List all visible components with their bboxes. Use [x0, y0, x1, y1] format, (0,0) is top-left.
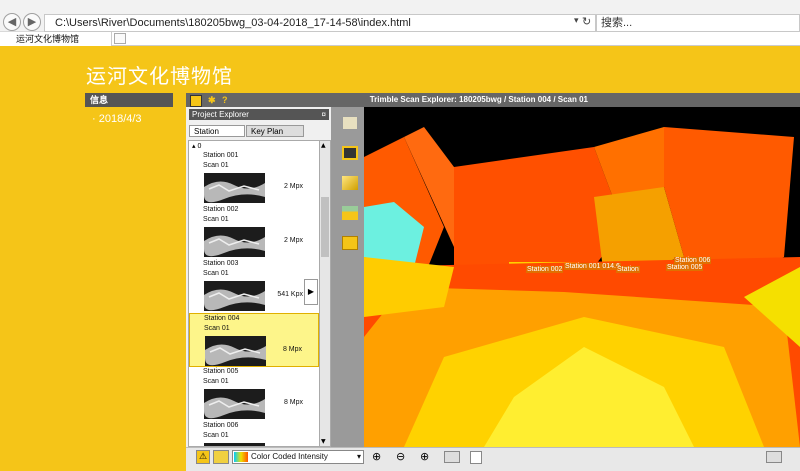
sidebar-item-label: 2018/4/3: [98, 113, 142, 125]
station-name: Station 005: [203, 368, 239, 375]
station-list: ▴ 0 Station 001 Scan 01 2 Mpx Station 002 Sc…: [188, 140, 320, 447]
station-item[interactable]: Station 004 Scan 01 8 Mpx: [189, 313, 319, 367]
zoom-out-icon[interactable]: ⊖: [396, 450, 405, 463]
browser-tab[interactable]: 运河文化博物馆: [0, 32, 112, 46]
station-item[interactable]: Station 001 Scan 01 2 Mpx: [189, 151, 319, 205]
note-tool-icon[interactable]: [342, 236, 358, 250]
scan-label-station[interactable]: Station: [616, 266, 640, 273]
scan-image: [364, 107, 800, 447]
dropdown-icon[interactable]: ▾: [574, 16, 579, 26]
scan-view[interactable]: Station 002 Station 001 014.6 Station St…: [364, 107, 800, 447]
scan-resolution: 541 Kpx: [277, 291, 303, 298]
scan-name: Scan 01: [204, 325, 230, 332]
sidebar-header: 信息: [85, 93, 173, 107]
station-item[interactable]: Station 006 Scan 01: [189, 421, 319, 446]
chevron-down-icon: ▾: [356, 452, 361, 461]
new-tab-icon[interactable]: [114, 33, 126, 44]
page-title: 运河文化博物馆: [86, 64, 233, 88]
station-tool-icon[interactable]: [342, 146, 358, 160]
station-name: Station 002: [203, 206, 239, 213]
warning-icon[interactable]: ⚠: [196, 450, 210, 464]
scroll-down-icon[interactable]: ▼: [321, 438, 326, 445]
scan-label-station-006[interactable]: Station 006: [674, 257, 712, 264]
zoom-fit-icon[interactable]: ⊕: [420, 450, 429, 463]
tree-root-label: 0: [197, 143, 202, 150]
scan-thumbnail[interactable]: [204, 281, 265, 311]
project-explorer-header: Project Explorer ¤: [189, 109, 329, 120]
zoom-in-icon[interactable]: ⊕: [372, 450, 381, 463]
scan-resolution: 8 Mpx: [283, 399, 303, 406]
tab-station[interactable]: Station: [189, 125, 245, 137]
scan-thumbnail[interactable]: [205, 336, 266, 366]
scrollbar[interactable]: ▲ ▼: [319, 140, 331, 447]
search-field[interactable]: 搜索...: [596, 14, 800, 32]
scroll-up-icon[interactable]: ▲: [321, 142, 326, 149]
viewer-titlebar: ✱ ? Trimble Scan Explorer: 180205bwg / S…: [186, 93, 800, 107]
gear-icon[interactable]: ✱: [208, 93, 216, 107]
layer-tool-icon[interactable]: [342, 206, 358, 220]
station-item[interactable]: Station 002 Scan 01 2 Mpx: [189, 205, 319, 259]
station-item[interactable]: Station 003 Scan 01 541 Kpx: [189, 259, 319, 313]
tool-strip: [332, 107, 364, 464]
tree-root[interactable]: ▴ 0: [192, 142, 201, 150]
forward-icon[interactable]: ▶: [23, 13, 41, 31]
scan-name: Scan 01: [203, 162, 229, 169]
station-name: Station 006: [203, 422, 239, 429]
scrollbar-thumb[interactable]: [321, 197, 329, 257]
station-item[interactable]: Station 005 Scan 01 8 Mpx: [189, 367, 319, 421]
expand-arrow-icon[interactable]: ▶: [304, 279, 318, 305]
document-icon[interactable]: [470, 451, 482, 464]
sidebar-item-date[interactable]: · 2018/4/3: [92, 113, 142, 125]
scan-resolution: 2 Mpx: [283, 237, 303, 244]
scan-thumbnail[interactable]: [204, 227, 265, 257]
address-field[interactable]: C:\Users\River\Documents\180205bwg_03-04…: [44, 14, 596, 32]
color-mode-value: Color Coded Intensity: [251, 452, 328, 461]
search-placeholder: 搜索...: [601, 17, 633, 29]
refresh-icon[interactable]: ↻: [582, 15, 591, 28]
scan-name: Scan 01: [203, 216, 229, 223]
pin-icon[interactable]: ¤: [322, 109, 326, 120]
scan-thumbnail[interactable]: [204, 173, 265, 203]
tab-title: 运河文化博物馆: [16, 34, 80, 44]
viewer-title: Trimble Scan Explorer: 180205bwg / Stati…: [369, 95, 588, 104]
screen-icon[interactable]: [444, 451, 460, 463]
color-ramp-icon: [234, 452, 248, 462]
scan-label-station-002[interactable]: Station 002: [526, 266, 564, 273]
scan-name: Scan 01: [203, 378, 229, 385]
select-tool-icon[interactable]: [342, 116, 358, 130]
app-logo-icon: [190, 95, 202, 107]
back-icon[interactable]: ◀: [3, 13, 21, 31]
color-mode-select[interactable]: Color Coded Intensity ▾: [232, 450, 364, 464]
scan-name: Scan 01: [203, 432, 229, 439]
scan-resolution: 2 Mpx: [283, 183, 303, 190]
scan-label-station-005[interactable]: Station 005: [666, 264, 704, 271]
address-text: C:\Users\River\Documents\180205bwg_03-04…: [55, 17, 411, 29]
scan-label-station-001[interactable]: Station 001 014.6: [564, 263, 621, 270]
help-icon[interactable]: ?: [222, 93, 228, 107]
tab-key-plan[interactable]: Key Plan: [246, 125, 304, 137]
station-name: Station 003: [203, 260, 239, 267]
pointer-mode-icon[interactable]: [213, 450, 229, 464]
scan-name: Scan 01: [203, 270, 229, 277]
fullscreen-icon[interactable]: [766, 451, 782, 463]
scan-thumbnail[interactable]: [204, 389, 265, 419]
station-name: Station 004: [204, 315, 240, 322]
project-explorer-label: Project Explorer: [192, 110, 249, 119]
station-name: Station 001: [203, 152, 239, 159]
scan-resolution: 8 Mpx: [282, 346, 302, 353]
measure-tool-icon[interactable]: [342, 176, 358, 190]
